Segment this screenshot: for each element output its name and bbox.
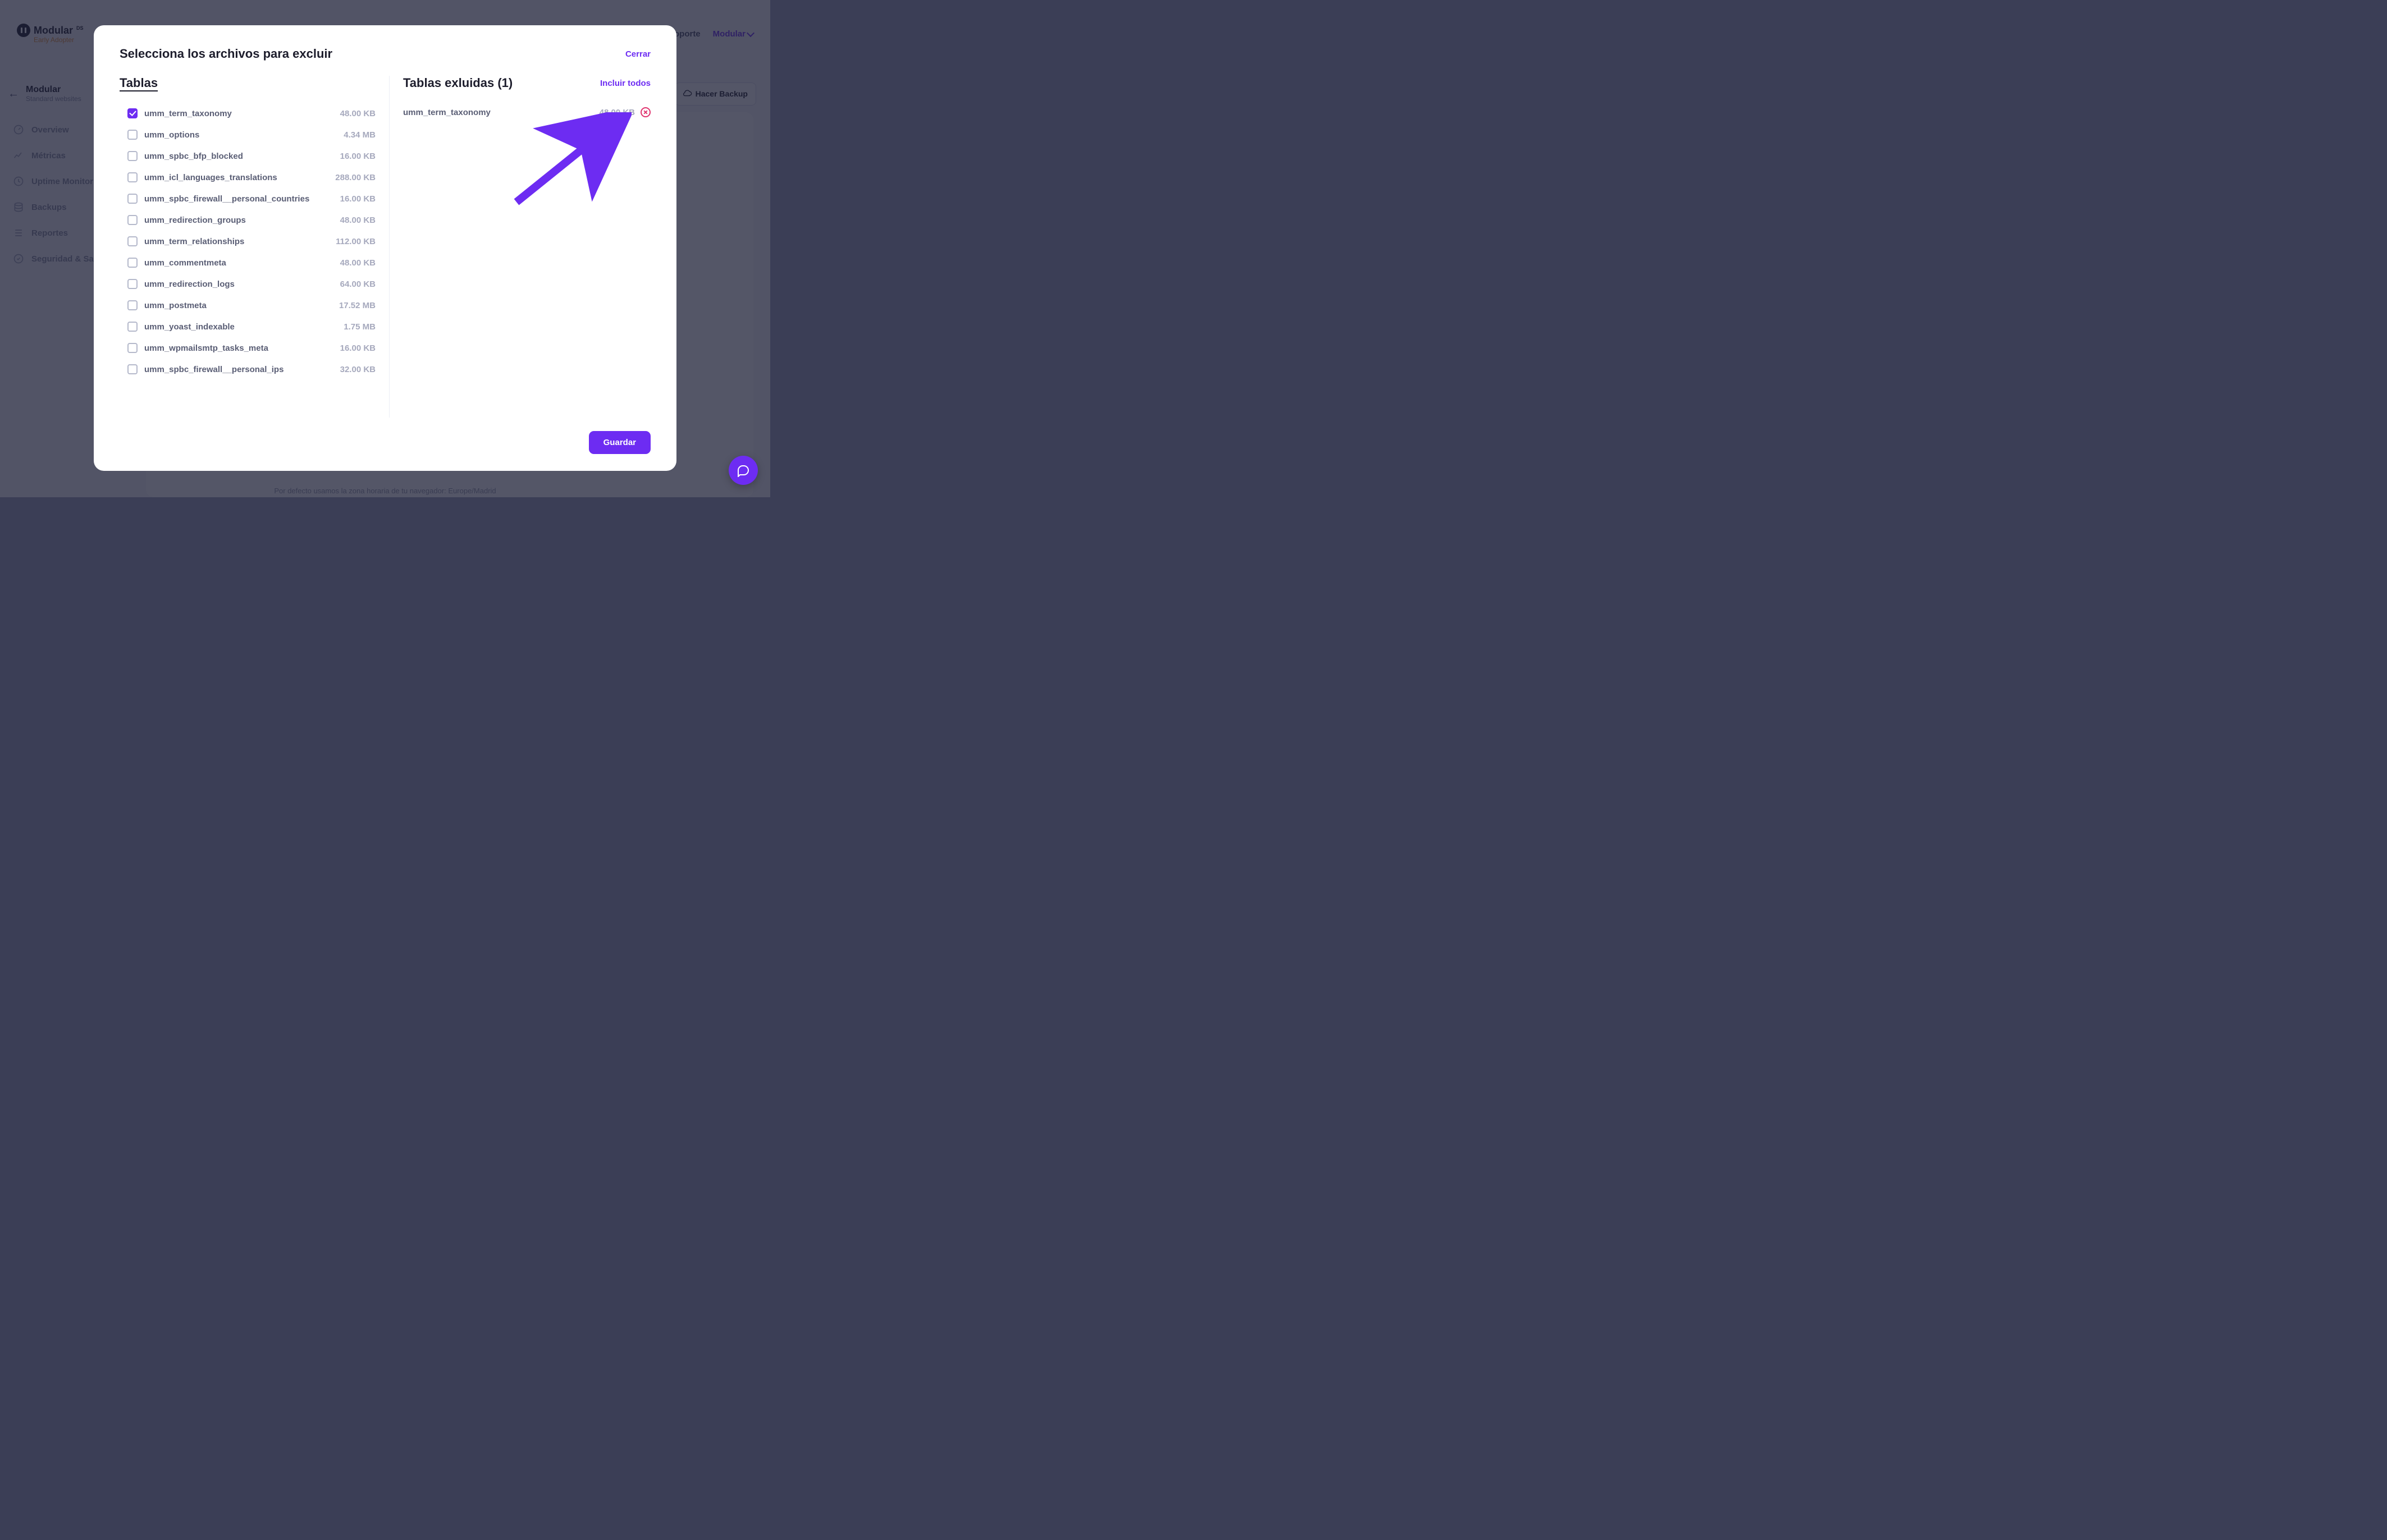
excluded-column: Tablas exluidas (1) Incluir todos umm_te… [389, 76, 651, 418]
table-checkbox[interactable] [127, 322, 138, 332]
table-name: umm_spbc_firewall__personal_ips [144, 365, 331, 374]
table-size: 16.00 KB [331, 343, 376, 353]
table-row[interactable]: umm_redirection_groups48.00 KB [120, 209, 376, 231]
table-checkbox[interactable] [127, 236, 138, 246]
table-name: umm_commentmeta [144, 258, 331, 268]
table-size: 48.00 KB [331, 109, 376, 118]
exclude-files-modal: Selecciona los archivos para excluir Cer… [94, 25, 676, 471]
table-name: umm_yoast_indexable [144, 322, 331, 332]
table-row[interactable]: umm_options4.34 MB [120, 124, 376, 145]
table-checkbox[interactable] [127, 364, 138, 374]
table-name: umm_term_taxonomy [144, 109, 331, 118]
tables-column: Tablas umm_term_taxonomy48.00 KBumm_opti… [120, 76, 389, 418]
excluded-list: umm_term_taxonomy48.00 KB [403, 103, 651, 122]
table-name: umm_term_relationships [144, 237, 331, 246]
modal-header: Selecciona los archivos para excluir Cer… [120, 47, 651, 61]
table-row[interactable]: umm_wpmailsmtp_tasks_meta16.00 KB [120, 337, 376, 359]
table-checkbox[interactable] [127, 130, 138, 140]
modal-body: Tablas umm_term_taxonomy48.00 KBumm_opti… [120, 76, 651, 418]
table-checkbox[interactable] [127, 194, 138, 204]
table-checkbox[interactable] [127, 343, 138, 353]
chat-fab-button[interactable] [729, 456, 758, 485]
excluded-name: umm_term_taxonomy [403, 108, 600, 117]
table-row[interactable]: umm_redirection_logs64.00 KB [120, 273, 376, 295]
remove-excluded-icon[interactable] [641, 107, 651, 117]
table-size: 32.00 KB [331, 365, 376, 374]
table-row[interactable]: umm_commentmeta48.00 KB [120, 252, 376, 273]
table-name: umm_icl_languages_translations [144, 173, 331, 182]
table-name: umm_wpmailsmtp_tasks_meta [144, 343, 331, 353]
table-name: umm_options [144, 130, 331, 140]
table-checkbox[interactable] [127, 215, 138, 225]
excluded-size: 48.00 KB [600, 108, 635, 117]
modal-footer: Guardar [120, 418, 651, 454]
tables-column-title: Tablas [120, 76, 158, 90]
modal-title: Selecciona los archivos para excluir [120, 47, 332, 61]
table-row[interactable]: umm_postmeta17.52 MB [120, 295, 376, 316]
table-size: 48.00 KB [331, 216, 376, 225]
table-name: umm_redirection_logs [144, 279, 331, 289]
table-size: 64.00 KB [331, 279, 376, 289]
table-row[interactable]: umm_spbc_firewall__personal_countries16.… [120, 188, 376, 209]
include-all-button[interactable]: Incluir todos [600, 79, 651, 88]
table-name: umm_postmeta [144, 301, 331, 310]
table-row[interactable]: umm_term_taxonomy48.00 KB [120, 103, 376, 124]
table-checkbox[interactable] [127, 172, 138, 182]
table-row[interactable]: umm_yoast_indexable1.75 MB [120, 316, 376, 337]
table-name: umm_spbc_bfp_blocked [144, 152, 331, 161]
table-size: 288.00 KB [331, 173, 376, 182]
table-size: 17.52 MB [331, 301, 376, 310]
table-size: 16.00 KB [331, 194, 376, 204]
table-checkbox[interactable] [127, 108, 138, 118]
close-button[interactable]: Cerrar [625, 49, 651, 59]
table-row[interactable]: umm_spbc_firewall__personal_ips32.00 KB [120, 359, 376, 380]
table-size: 112.00 KB [331, 237, 376, 246]
table-checkbox[interactable] [127, 151, 138, 161]
table-size: 1.75 MB [331, 322, 376, 332]
tables-list: umm_term_taxonomy48.00 KBumm_options4.34… [120, 103, 376, 380]
table-row[interactable]: umm_term_relationships112.00 KB [120, 231, 376, 252]
chat-icon [737, 464, 750, 477]
table-size: 48.00 KB [331, 258, 376, 268]
table-row[interactable]: umm_spbc_bfp_blocked16.00 KB [120, 145, 376, 167]
table-size: 16.00 KB [331, 152, 376, 161]
excluded-column-title: Tablas exluidas (1) [403, 76, 513, 90]
save-button[interactable]: Guardar [589, 431, 651, 454]
table-checkbox[interactable] [127, 300, 138, 310]
table-checkbox[interactable] [127, 279, 138, 289]
table-size: 4.34 MB [331, 130, 376, 140]
table-name: umm_redirection_groups [144, 216, 331, 225]
table-row[interactable]: umm_icl_languages_translations288.00 KB [120, 167, 376, 188]
table-checkbox[interactable] [127, 258, 138, 268]
excluded-row: umm_term_taxonomy48.00 KB [403, 103, 651, 122]
table-name: umm_spbc_firewall__personal_countries [144, 194, 331, 204]
